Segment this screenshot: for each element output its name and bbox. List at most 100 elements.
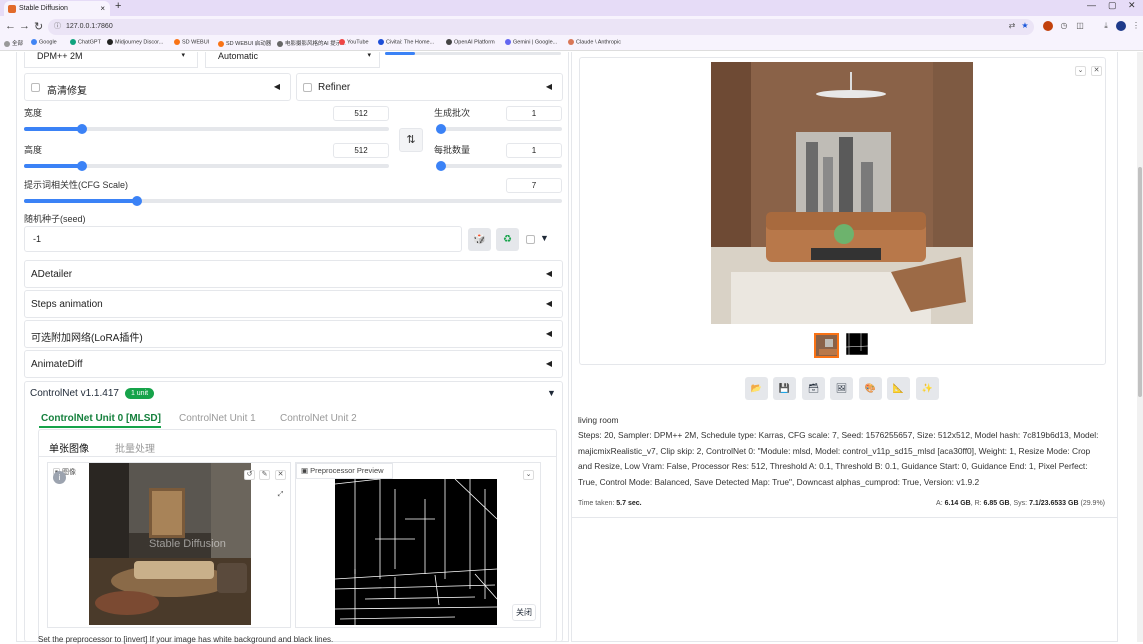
send-to-extras-button[interactable]: 📐 xyxy=(887,377,910,400)
back-icon[interactable]: ← xyxy=(5,20,16,32)
scrollbar-thumb[interactable] xyxy=(1138,167,1142,397)
slider-fill xyxy=(385,52,415,55)
history-icon[interactable]: ◷ xyxy=(1059,21,1069,31)
bookmark-item[interactable]: Claude \ Anthropic xyxy=(568,39,621,45)
tab-single-image[interactable]: 单张图像 xyxy=(49,440,89,455)
profile-avatar[interactable] xyxy=(1116,21,1126,31)
bookmark-item[interactable]: OpenAI Platform xyxy=(446,39,495,45)
extra-seed-checkbox[interactable] xyxy=(526,235,535,244)
slider-knob[interactable] xyxy=(77,124,87,134)
bookmark-item[interactable]: 电影摄影风格的AI 提示... xyxy=(277,39,346,47)
tab-cn-unit-2[interactable]: ControlNet Unit 2 xyxy=(280,413,357,424)
width-input[interactable]: 512 xyxy=(333,106,389,121)
forward-icon[interactable]: → xyxy=(19,20,30,32)
download-preview-icon[interactable]: ⌄ xyxy=(523,470,534,480)
width-slider[interactable] xyxy=(24,124,389,134)
tab-cn-unit-1[interactable]: ControlNet Unit 1 xyxy=(179,413,256,424)
random-seed-button[interactable]: 🎲 xyxy=(468,228,491,251)
reload-icon[interactable]: ↻ xyxy=(34,20,43,33)
bookmark-item[interactable]: Civitai: The Home... xyxy=(378,39,434,45)
address-bar[interactable]: ⓘ 127.0.0.1:7860 xyxy=(48,19,1034,35)
url-text: 127.0.0.1:7860 xyxy=(66,23,113,30)
close-tab-icon[interactable]: × xyxy=(100,1,105,16)
bookmark-item[interactable]: YouTube xyxy=(339,39,369,45)
close-gallery-icon[interactable]: ✕ xyxy=(1091,66,1102,76)
page-scrollbar[interactable] xyxy=(1137,52,1143,642)
expand-arrow-icon[interactable]: ▼ xyxy=(547,388,556,398)
collapse-arrow-icon: ◀ xyxy=(545,359,552,368)
height-input[interactable]: 512 xyxy=(333,143,389,158)
mlsd-thumbnail[interactable] xyxy=(846,333,871,358)
collapse-arrow-icon[interactable]: ◀ xyxy=(274,82,280,91)
window-close-icon[interactable]: ✕ xyxy=(1128,0,1136,11)
clear-image-icon[interactable]: ✕ xyxy=(275,470,286,480)
cfg-scale-input[interactable]: 7 xyxy=(506,178,562,193)
upscale-button[interactable]: ✨ xyxy=(916,377,939,400)
hires-fix-checkbox[interactable] xyxy=(31,83,40,92)
bookmark-item[interactable]: ChatGPT xyxy=(70,39,101,45)
bookmark-item[interactable]: Gemini | Google... xyxy=(505,39,557,45)
batch-size-slider[interactable] xyxy=(436,161,562,171)
send-to-inpaint-button[interactable]: 🎨 xyxy=(859,377,882,400)
controlnet-header[interactable]: ControlNet v1.1.417 1 unit xyxy=(30,388,155,399)
slider-knob[interactable] xyxy=(436,161,446,171)
bookmark-item[interactable]: 全部 xyxy=(4,39,23,47)
bookmark-item[interactable]: SD WEBUI 启动器 xyxy=(218,39,271,47)
send-to-img2img-button[interactable]: 🖼 xyxy=(830,377,853,400)
edit-icon[interactable]: ✎ xyxy=(259,470,270,480)
bookmark-star-icon[interactable]: ★ xyxy=(1020,21,1030,31)
hires-fix-accordion[interactable]: 高清修复 ◀ xyxy=(24,73,291,101)
refiner-checkbox[interactable] xyxy=(303,83,312,92)
info-icon[interactable]: i xyxy=(53,471,66,484)
seed-input[interactable]: -1 xyxy=(24,226,462,252)
close-preview-button[interactable]: 关闭 xyxy=(512,604,536,621)
bookmark-item[interactable]: SD WEBUI xyxy=(174,39,209,45)
sampler-select[interactable]: DPM++ 2M ▾ xyxy=(24,52,198,68)
batch-count-slider[interactable] xyxy=(436,124,562,134)
download-icon[interactable]: ⤓ xyxy=(1101,21,1111,31)
site-info-icon[interactable]: ⓘ xyxy=(54,19,61,35)
download-output-icon[interactable]: ⌄ xyxy=(1075,66,1086,76)
batch-count-label: 生成批次 xyxy=(434,108,471,118)
steps-slider[interactable] xyxy=(385,52,561,55)
browser-tab-strip: Stable Diffusion × + — ▢ ✕ xyxy=(0,0,1143,16)
generated-image[interactable] xyxy=(711,62,973,324)
height-slider[interactable] xyxy=(24,161,389,171)
browser-tab[interactable]: Stable Diffusion × xyxy=(4,1,110,16)
animatediff-accordion[interactable]: AnimateDiff ◀ xyxy=(24,350,563,378)
divider xyxy=(571,517,1118,518)
zip-button[interactable]: 🗃 xyxy=(802,377,825,400)
cfg-scale-slider[interactable] xyxy=(24,196,562,206)
slider-knob[interactable] xyxy=(436,124,446,134)
menu-icon[interactable]: ⋮ xyxy=(1131,21,1141,31)
output-thumbnail[interactable] xyxy=(814,333,839,358)
extensions-puzzle-icon[interactable]: ◫ xyxy=(1075,21,1085,31)
open-folder-button[interactable]: 📂 xyxy=(745,377,768,400)
folder-icon: 📂 xyxy=(750,383,763,393)
batch-count-input[interactable]: 1 xyxy=(506,106,562,121)
adetailer-accordion[interactable]: ADetailer ◀ xyxy=(24,260,563,288)
maximize-icon[interactable]: ▢ xyxy=(1108,0,1117,11)
save-button[interactable]: 💾 xyxy=(773,377,796,400)
slider-knob[interactable] xyxy=(77,161,87,171)
new-tab-button[interactable]: + xyxy=(115,0,121,12)
tab-cn-unit-0[interactable]: ControlNet Unit 0 [MLSD] xyxy=(41,413,161,424)
brush-icon[interactable]: ⤢ xyxy=(275,491,286,501)
minimize-icon[interactable]: — xyxy=(1087,0,1096,10)
slider-knob[interactable] xyxy=(132,196,142,206)
lora-accordion[interactable]: 可选附加网络(LoRA插件) ◀ xyxy=(24,320,563,348)
refiner-accordion[interactable]: Refiner ◀ xyxy=(296,73,563,101)
collapse-arrow-icon[interactable]: ◀ xyxy=(546,82,552,91)
extra-seed-arrow-icon[interactable]: ▼ xyxy=(540,233,549,243)
steps-animation-accordion[interactable]: Steps animation ◀ xyxy=(24,290,563,318)
translate-icon[interactable]: ⇄ xyxy=(1007,21,1017,31)
bookmark-item[interactable]: Midjourney Discor... xyxy=(107,39,163,45)
undo-icon[interactable]: ↺ xyxy=(244,470,255,480)
reuse-seed-button[interactable]: ♻ xyxy=(496,228,519,251)
batch-size-input[interactable]: 1 xyxy=(506,143,562,158)
extension-icon[interactable] xyxy=(1043,21,1053,31)
schedule-select[interactable]: Automatic ▾ xyxy=(205,52,380,68)
tab-batch[interactable]: 批量处理 xyxy=(115,440,155,455)
bookmark-item[interactable]: Google xyxy=(31,39,57,45)
swap-dimensions-button[interactable]: ⇅ xyxy=(399,128,423,152)
